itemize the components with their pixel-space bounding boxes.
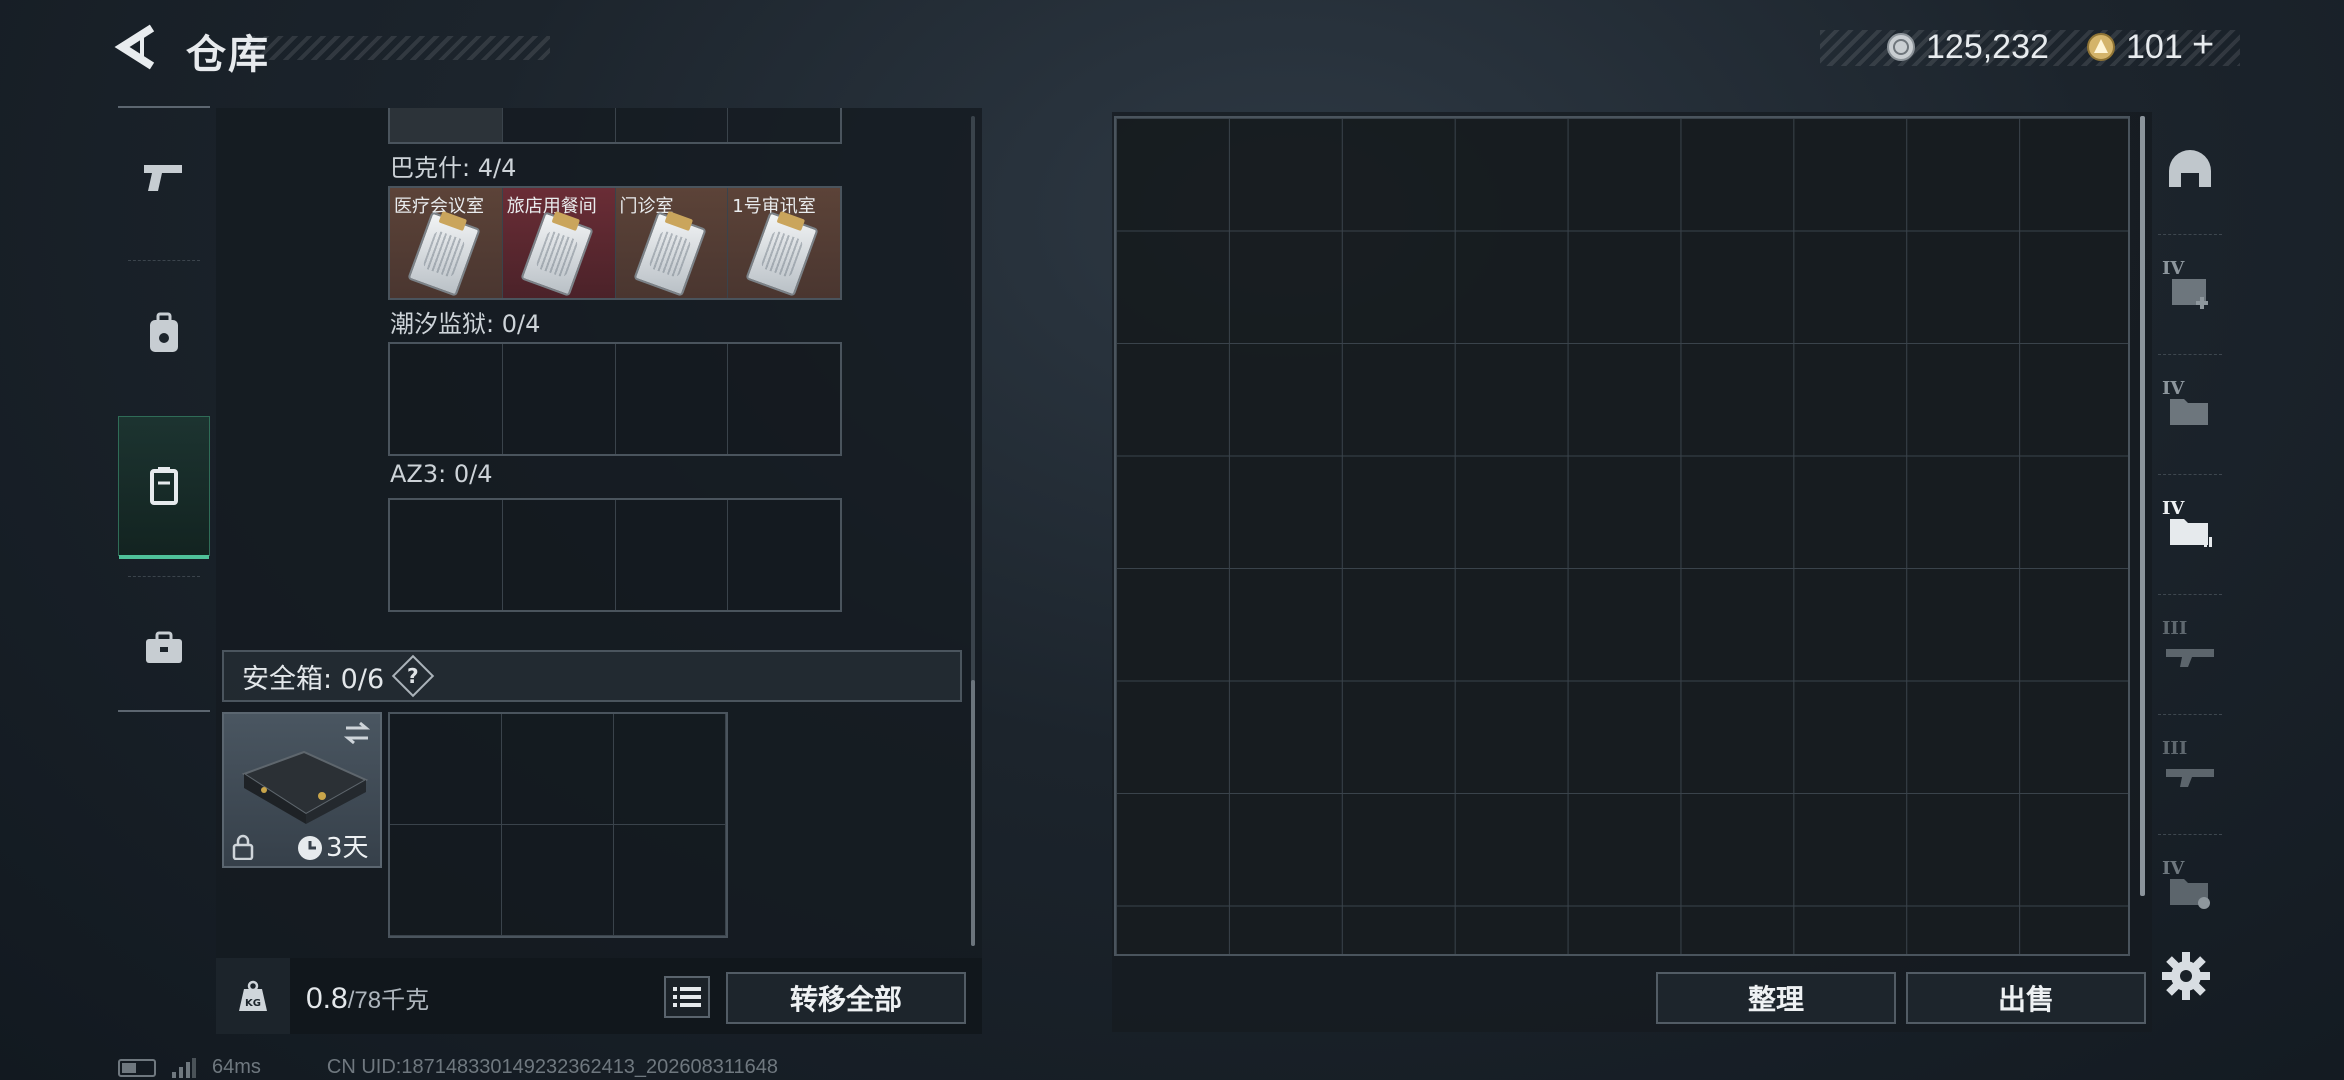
status-bar: 64ms CN UID:18714833014923236​2413_20260…: [118, 1056, 778, 1079]
list-view-button[interactable]: [664, 976, 710, 1018]
weight-current: 0.8: [306, 982, 348, 1015]
signal-icon: [172, 1057, 196, 1078]
tab-rifle-2[interactable]: III: [2150, 712, 2230, 830]
safebox-case[interactable]: 3天: [222, 712, 382, 868]
empty-key-slot[interactable]: [728, 500, 840, 610]
swap-icon[interactable]: [342, 720, 372, 746]
tier-iii: III: [2162, 618, 2188, 639]
stash-grid[interactable]: [1114, 116, 2130, 956]
empty-key-slot[interactable]: [616, 500, 729, 610]
key-grid-bakesh: 医疗会议室 旅店用餐间 门诊室 1号审讯室: [388, 186, 842, 300]
pistol-icon: [144, 165, 182, 191]
empty-key-slot[interactable]: [503, 344, 616, 454]
tier-iv: IV: [2162, 378, 2185, 399]
stash-scrollbar[interactable]: [2140, 116, 2145, 896]
tier-iii: III: [2162, 738, 2188, 759]
safebox-grid: [388, 712, 728, 938]
tab-folder-gear[interactable]: IV: [2150, 832, 2230, 950]
empty-key-slot[interactable]: [503, 500, 616, 610]
safebox-slot[interactable]: [502, 714, 614, 825]
key-slot[interactable]: 医疗会议室: [390, 188, 503, 298]
lock-icon: [232, 834, 254, 860]
battery-icon: [118, 1058, 156, 1077]
key-slot[interactable]: 门诊室: [615, 188, 729, 298]
empty-key-slot[interactable]: [390, 500, 503, 610]
keycard-icon: [407, 211, 481, 297]
safebox-slot[interactable]: [614, 714, 726, 825]
list-icon: [673, 987, 701, 1007]
partial-key-row: [388, 108, 842, 144]
safebox-slot[interactable]: [614, 825, 726, 936]
section-label-az3: AZ3: 0/4: [390, 460, 493, 488]
silver-coin-icon: [1887, 33, 1915, 61]
briefcase-icon: [146, 631, 182, 663]
back-arrow-icon[interactable]: [112, 22, 168, 72]
page-title: 仓库: [186, 32, 270, 78]
empty-key-slot[interactable]: [728, 344, 840, 454]
key-slot[interactable]: 旅店用餐间: [502, 188, 616, 298]
svg-text:KG: KG: [245, 998, 261, 1009]
left-scrollbar-thumb[interactable]: [971, 680, 975, 946]
tier-iv: IV: [2162, 258, 2185, 279]
sell-button[interactable]: 出售: [1906, 972, 2146, 1024]
keycard-holder-icon: [150, 467, 178, 505]
clock-icon: [298, 836, 322, 860]
tab-rifle-1[interactable]: III: [2150, 592, 2230, 710]
safebox-slot[interactable]: [502, 825, 614, 936]
keycard-icon: [520, 211, 594, 297]
tab-items[interactable]: [118, 578, 210, 718]
uid-readout: CN UID:18714833014923236​2413_2026083116…: [326, 1056, 779, 1078]
empty-key-slot[interactable]: [616, 344, 729, 454]
safebox-label: 安全箱: 0/6: [242, 663, 385, 695]
gold-coin-icon: [2087, 33, 2115, 61]
section-label-tidal-prison: 潮汐监狱: 0/4: [390, 310, 541, 338]
tab-folder[interactable]: IV: [2150, 352, 2230, 470]
weight-badge: KG: [216, 958, 290, 1034]
key-grid-tidal-prison: [388, 342, 842, 456]
backpack-icon: [150, 312, 178, 352]
silver-currency-value: 125,232: [1926, 28, 2049, 66]
key-slot[interactable]: 1号审讯室: [728, 188, 840, 298]
weight-max: /78千克: [347, 987, 430, 1014]
ping-readout: 64ms: [212, 1056, 261, 1078]
safebox-slot[interactable]: [390, 825, 502, 936]
sort-button[interactable]: 整理: [1656, 972, 1896, 1024]
stash-filter-tabs: IV IV IV III III IV: [2150, 110, 2230, 970]
tab-weapons[interactable]: [118, 108, 210, 248]
tab-armor[interactable]: [118, 264, 210, 404]
tier-iv: IV: [2162, 498, 2185, 519]
safe-case-icon: [241, 750, 369, 824]
helmet-icon: [2169, 150, 2211, 187]
help-button[interactable]: ?: [391, 654, 435, 698]
safebox-timer: 3天: [326, 833, 369, 863]
weight-readout: 0.8/78千克: [306, 980, 429, 1016]
tab-helmet[interactable]: [2150, 110, 2230, 228]
settings-gear-icon[interactable]: [2160, 950, 2212, 1002]
tab-medkit-folder[interactable]: IV: [2150, 232, 2230, 350]
tab-keys[interactable]: [118, 416, 210, 559]
safebox-slot[interactable]: [390, 714, 502, 825]
key-grid-az3: [388, 498, 842, 612]
add-currency-button[interactable]: +: [2192, 24, 2214, 67]
section-label-bakesh: 巴克什: 4/4: [390, 154, 517, 182]
gold-currency-value: 101: [2126, 28, 2183, 66]
empty-key-slot[interactable]: [390, 344, 503, 454]
title-decoration: [250, 36, 550, 60]
safebox-header: 安全箱: 0/6 ?: [222, 650, 962, 702]
tab-folder-active[interactable]: IV: [2150, 472, 2230, 590]
weight-kg-icon: KG: [239, 980, 267, 1011]
keycard-icon: [632, 211, 707, 297]
transfer-all-button[interactable]: 转移全部: [726, 972, 966, 1024]
category-tabs: [118, 106, 210, 712]
keycard-icon: [745, 211, 819, 297]
tier-iv: IV: [2162, 858, 2185, 879]
